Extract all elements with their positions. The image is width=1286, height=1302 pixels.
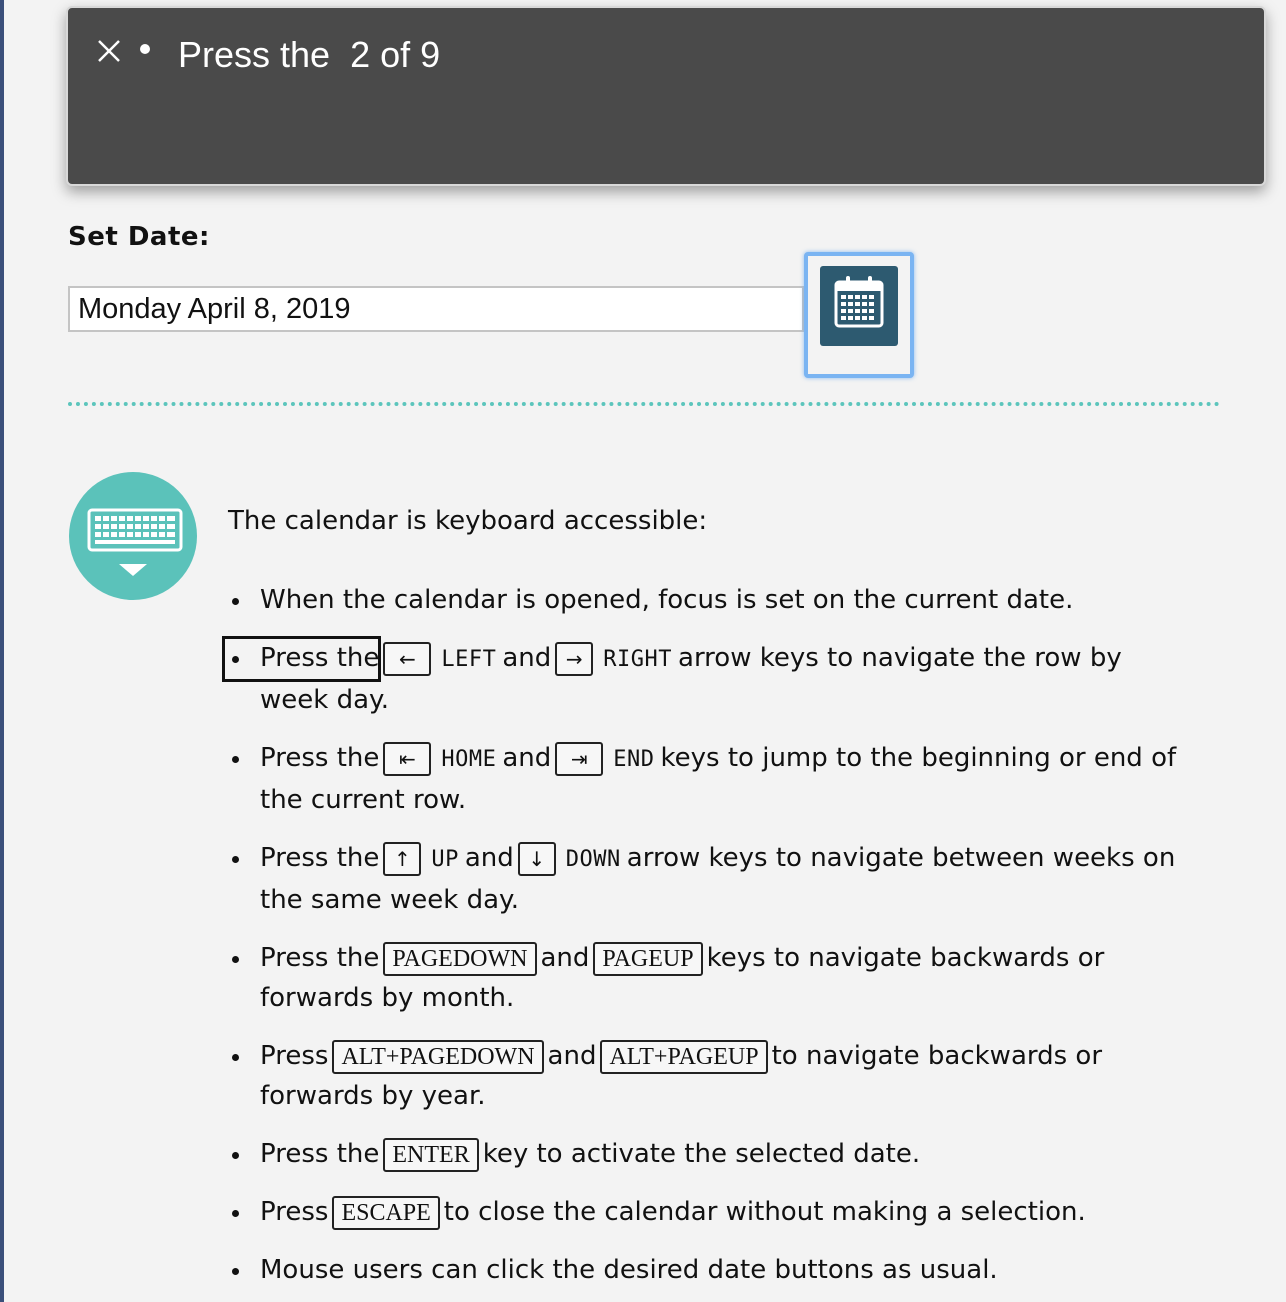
item-text: and (540, 943, 590, 973)
keyboard-help-list: When the calendar is opened, focus is se… (222, 580, 1178, 1302)
item-text: and (547, 1041, 597, 1071)
item-text: Press the (260, 743, 380, 773)
item-text: Press (260, 1041, 329, 1071)
item-text: Press the (260, 643, 380, 673)
window-edge (0, 0, 4, 1302)
end-key: ⇥ (555, 741, 604, 776)
item-text: and (502, 743, 552, 773)
announcement-toast: Press the 2 of 9 (66, 6, 1266, 186)
down-arrow-key: ↓ (517, 841, 556, 876)
item-text: Press (260, 1197, 329, 1227)
item-text: When the calendar is opened, focus is se… (260, 585, 1074, 615)
alt-pageup-key: ALT+PAGEUP (600, 1039, 768, 1074)
list-item: Press ESCAPE to close the calendar without… (228, 1192, 1178, 1232)
open-calendar-button[interactable] (804, 252, 914, 378)
alt-pagedown-key: ALT+PAGEDOWN (332, 1039, 544, 1074)
list-item: Press ALT+PAGEDOWN and ALT+PAGEUP to navigat… (228, 1036, 1178, 1116)
left-arrow-key: ← (383, 641, 432, 676)
item-text: Press the (260, 943, 380, 973)
section-divider (68, 402, 1220, 406)
item-text: Press the (260, 843, 380, 873)
key-name: HOME (441, 747, 497, 772)
toast-bullet (140, 44, 150, 54)
key-name: RIGHT (603, 647, 673, 672)
list-item: Press the ⇤ HOME and ⇥ END keys to jump to the… (228, 738, 1178, 820)
home-key: ⇤ (383, 741, 432, 776)
pageup-key: PAGEUP (593, 941, 703, 976)
list-item: Press the ← LEFT and → RIGHT arrow keys to nav… (222, 636, 1178, 720)
help-intro: The calendar is keyboard accessible: (228, 506, 708, 536)
list-item: When the calendar is opened, focus is se… (228, 580, 1178, 620)
item-text: Press the (260, 1139, 380, 1169)
list-item: Mouse users can click the desired date b… (228, 1250, 1178, 1290)
key-name: LEFT (441, 647, 497, 672)
enter-key: ENTER (383, 1137, 479, 1172)
set-date-label: Set Date: (68, 222, 210, 252)
up-arrow-key: ↑ (383, 841, 422, 876)
item-text: and (502, 643, 552, 673)
list-item: Press the ENTER key to activate the select… (228, 1134, 1178, 1174)
item-text: key to activate the selected date. (482, 1139, 921, 1169)
key-name: DOWN (565, 847, 621, 872)
close-icon[interactable] (94, 36, 124, 66)
list-item: Press the PAGEDOWN and PAGEUP keys to naviga… (228, 938, 1178, 1018)
item-text: Mouse users can click the desired date b… (260, 1255, 998, 1285)
keyboard-icon (69, 472, 197, 600)
right-arrow-key: → (555, 641, 594, 676)
date-input[interactable] (68, 286, 804, 332)
key-name: END (613, 747, 655, 772)
key-name: UP (431, 847, 459, 872)
escape-key: ESCAPE (332, 1195, 440, 1230)
list-item: Press the ↑ UP and ↓ DOWN arrow keys to naviga… (228, 838, 1178, 920)
item-text: and (464, 843, 514, 873)
pagedown-key: PAGEDOWN (383, 941, 537, 976)
calendar-icon (820, 266, 898, 346)
toast-message: Press the 2 of 9 (178, 34, 441, 75)
item-text: to close the calendar without making a s… (443, 1197, 1086, 1227)
